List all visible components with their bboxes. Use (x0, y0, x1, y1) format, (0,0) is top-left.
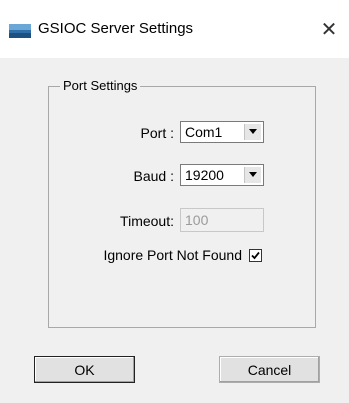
baud-select[interactable]: 19200 (180, 164, 264, 186)
close-button[interactable]: ✕ (309, 14, 349, 44)
port-settings-label: Port Settings (60, 78, 141, 93)
checkmark-icon (251, 251, 260, 260)
baud-label: Baud : (133, 168, 174, 184)
port-select[interactable]: Com1 (180, 121, 264, 143)
chevron-down-icon[interactable] (244, 167, 261, 183)
port-select-value: Com1 (185, 124, 223, 140)
dialog-body: Port Settings Port : Com1 Baud : 19200 T… (0, 58, 349, 403)
ignore-port-checkbox[interactable] (249, 249, 262, 262)
port-label: Port : (140, 125, 174, 141)
ignore-port-label: Ignore Port Not Found (103, 247, 242, 263)
cancel-button[interactable]: Cancel (219, 356, 320, 383)
close-icon: ✕ (320, 18, 338, 41)
chevron-down-icon[interactable] (244, 124, 261, 140)
baud-select-value: 19200 (185, 167, 224, 183)
title-bar: GSIOC Server Settings ✕ (0, 0, 349, 58)
window-title: GSIOC Server Settings (38, 20, 194, 37)
timeout-label: Timeout: (120, 213, 174, 229)
timeout-field[interactable]: 100 (180, 208, 264, 232)
ok-button[interactable]: OK (34, 356, 135, 383)
timeout-field-value: 100 (185, 212, 209, 228)
gsioc-app-icon (9, 24, 31, 38)
